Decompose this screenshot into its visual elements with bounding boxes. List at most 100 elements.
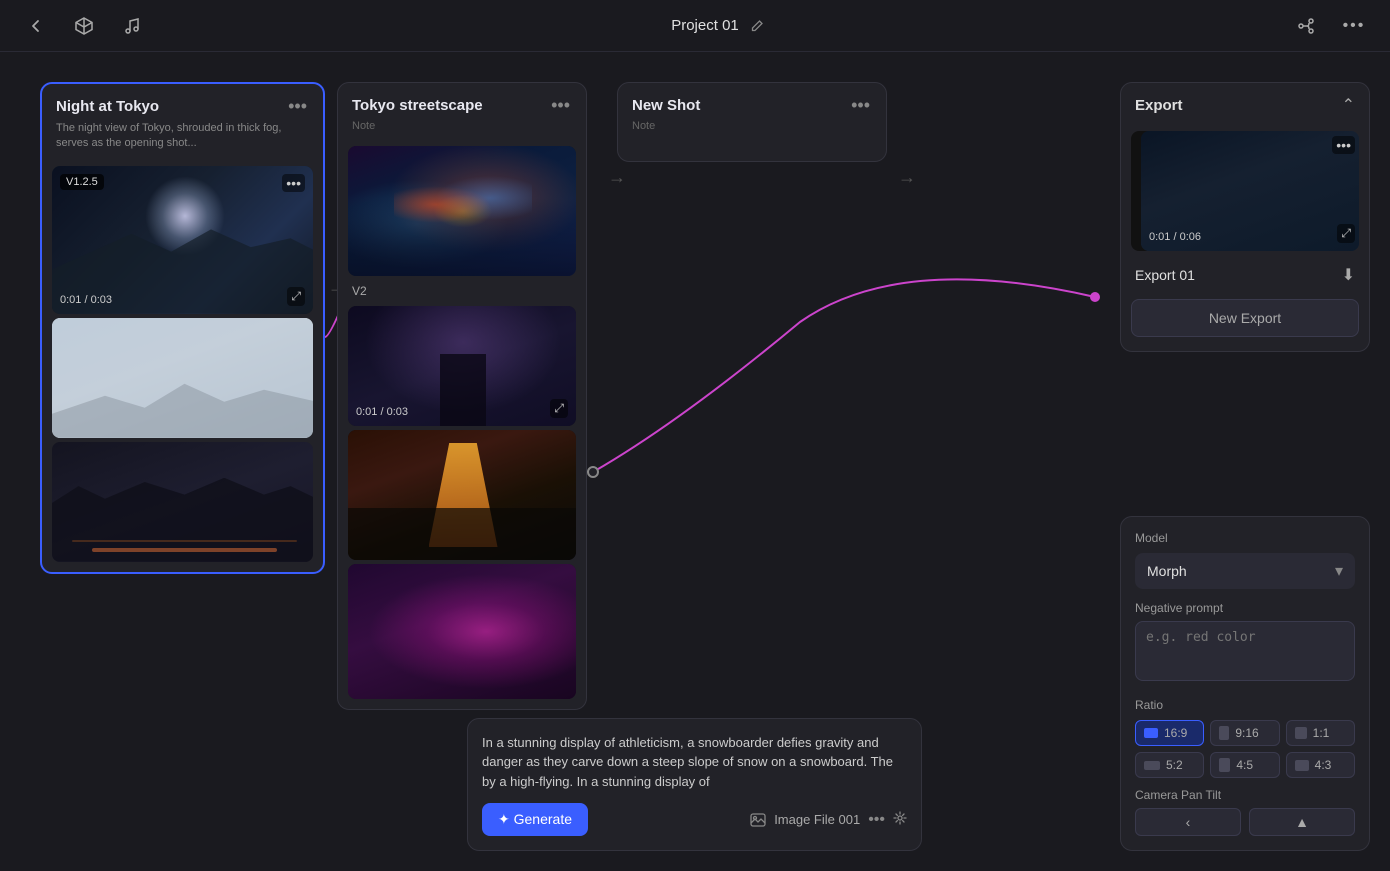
figure-silhouette — [440, 354, 486, 426]
header-left — [20, 10, 148, 42]
video-timestamp-1: 0:01 / 0:03 — [60, 294, 112, 306]
export-header: Export ⌃ — [1121, 83, 1369, 127]
card-newshot-more[interactable]: ••• — [849, 95, 872, 116]
video-more-btn-1[interactable]: ••• — [282, 174, 305, 192]
neg-prompt-label: Negative prompt — [1135, 601, 1355, 615]
streetscape-thumb-4[interactable] — [348, 564, 576, 699]
video-timestamp-v2: 0:01 / 0:03 — [356, 406, 408, 418]
export-expand-btn[interactable]: ⤢ — [1337, 224, 1355, 243]
file-settings-button[interactable] — [893, 811, 907, 828]
card-newshot-note: Note — [618, 120, 886, 152]
export-download-button[interactable]: ⬇ — [1342, 265, 1355, 285]
ratio-indicator-9-16 — [1219, 726, 1229, 740]
light-streak-2 — [72, 540, 297, 542]
new-export-button[interactable]: New Export — [1131, 299, 1359, 337]
chevron-down-icon: ▾ — [1335, 561, 1343, 581]
model-label: Model — [1135, 531, 1355, 545]
video-badge-v1: V1.2.5 — [60, 174, 104, 190]
ratio-label-5-2: 5:2 — [1166, 758, 1183, 772]
video-expand-btn-1[interactable]: ⤢ — [287, 287, 305, 306]
more-button[interactable]: ••• — [1338, 10, 1370, 42]
export-title: Export — [1135, 97, 1183, 114]
ratio-label-16-9: 16:9 — [1164, 726, 1187, 740]
branch-icon-button[interactable] — [1290, 10, 1322, 42]
export-name-row: Export 01 ⬇ — [1121, 255, 1369, 295]
ratio-indicator-16-9 — [1144, 728, 1158, 738]
ratio-grid: 16:9 9:16 1:1 5:2 4:5 4:3 — [1135, 720, 1355, 778]
model-panel: Model Morph ▾ Negative prompt Ratio 16:9… — [1120, 516, 1370, 851]
camera-pan-label: Camera Pan Tilt — [1135, 788, 1355, 802]
edit-title-button[interactable] — [747, 16, 767, 36]
video-thumb-3[interactable] — [52, 442, 313, 562]
back-button[interactable] — [20, 10, 52, 42]
card-streetscape-note: Note — [338, 120, 586, 142]
file-more-button[interactable]: ••• — [868, 811, 885, 829]
export-more-btn[interactable]: ••• — [1332, 136, 1355, 154]
card-streetscape-title: Tokyo streetscape — [352, 97, 483, 114]
export-thumb-more: ••• — [1332, 136, 1355, 155]
v2-badge: V2 — [338, 280, 586, 302]
file-name: Image File 001 — [774, 812, 860, 827]
streetscape-thumb-2[interactable]: 0:01 / 0:03 ⤢ — [348, 306, 576, 426]
ratio-indicator-5-2 — [1144, 761, 1160, 770]
fog-layer — [52, 318, 313, 438]
image-file-icon — [750, 812, 766, 828]
header: Project 01 ••• — [0, 0, 1390, 52]
ratio-1-1[interactable]: 1:1 — [1286, 720, 1355, 746]
video-canvas-2 — [52, 318, 313, 438]
arrow-newshot-export: → — [898, 167, 916, 188]
card-streetscape-header: Tokyo streetscape ••• — [338, 83, 586, 120]
card-export: Export ⌃ ••• 0:01 / 0:06 ⤢ Export 01 ⬇ N… — [1120, 82, 1370, 352]
prompt-file-row[interactable]: Image File 001 ••• — [750, 811, 907, 829]
ratio-4-5[interactable]: 4:5 — [1210, 752, 1279, 778]
model-select[interactable]: Morph ▾ — [1135, 553, 1355, 589]
ratio-5-2[interactable]: 5:2 — [1135, 752, 1204, 778]
camera-pan-controls: ‹ ▲ — [1135, 808, 1355, 836]
export-timestamp: 0:01 / 0:06 — [1149, 231, 1201, 243]
ratio-label-1-1: 1:1 — [1313, 726, 1330, 740]
video-expand-v2[interactable]: ⤢ — [550, 399, 568, 418]
video-thumb-2[interactable] — [52, 318, 313, 438]
export-bg: ••• 0:01 / 0:06 ⤢ — [1141, 131, 1359, 251]
card-newshot-header: New Shot ••• — [618, 83, 886, 120]
ratio-label-4-5: 4:5 — [1236, 758, 1253, 772]
card-tokyo-more[interactable]: ••• — [286, 96, 309, 117]
camera-pan-left[interactable]: ‹ — [1135, 808, 1241, 836]
ground-shadow — [348, 508, 576, 560]
ratio-label-4-3: 4:3 — [1315, 758, 1332, 772]
cube-icon-button[interactable] — [68, 10, 100, 42]
card-newshot-title: New Shot — [632, 97, 700, 114]
streetscape-thumb-1[interactable] — [348, 146, 576, 276]
streetscape-thumb-3[interactable] — [348, 430, 576, 560]
ratio-indicator-1-1 — [1295, 727, 1307, 739]
music-icon-button[interactable] — [116, 10, 148, 42]
export-thumb[interactable]: ••• 0:01 / 0:06 ⤢ — [1131, 131, 1359, 251]
more-icon: ••• — [1343, 17, 1366, 35]
card-tokyo-title: Night at Tokyo — [56, 98, 159, 115]
header-right: ••• — [1290, 10, 1370, 42]
video-thumb-1[interactable]: V1.2.5 ••• 0:01 / 0:03 ⤢ — [52, 166, 313, 314]
project-title: Project 01 — [671, 17, 739, 34]
neg-prompt-input[interactable] — [1135, 621, 1355, 681]
prompt-panel: In a stunning display of athleticism, a … — [467, 718, 922, 852]
ratio-16-9[interactable]: 16:9 — [1135, 720, 1204, 746]
card-streetscape: Tokyo streetscape ••• Note V2 0:01 / 0:0… — [337, 82, 587, 710]
ratio-4-3[interactable]: 4:3 — [1286, 752, 1355, 778]
ratio-9-16[interactable]: 9:16 — [1210, 720, 1279, 746]
export-name: Export 01 — [1135, 267, 1195, 283]
card-streetscape-more[interactable]: ••• — [549, 95, 572, 116]
camera-pan-up[interactable]: ▲ — [1249, 808, 1355, 836]
neon-lights — [394, 172, 532, 237]
street-bg-1 — [348, 146, 576, 276]
card-tokyo-subtitle: The night view of Tokyo, shrouded in thi… — [42, 121, 323, 162]
card-newshot: New Shot ••• Note — [617, 82, 887, 162]
generate-button[interactable]: ✦ Generate — [482, 803, 588, 836]
light-streak — [92, 548, 277, 552]
card-night-tokyo: Night at Tokyo ••• The night view of Tok… — [40, 82, 325, 574]
ratio-label: Ratio — [1135, 698, 1355, 712]
street-bg-3 — [348, 430, 576, 560]
ratio-label-9-16: 9:16 — [1235, 726, 1258, 740]
export-collapse-button[interactable]: ⌃ — [1342, 95, 1355, 115]
canvas-area: Night at Tokyo ••• The night view of Tok… — [0, 52, 1390, 871]
prompt-actions: ✦ Generate Image File 001 ••• — [482, 803, 907, 836]
